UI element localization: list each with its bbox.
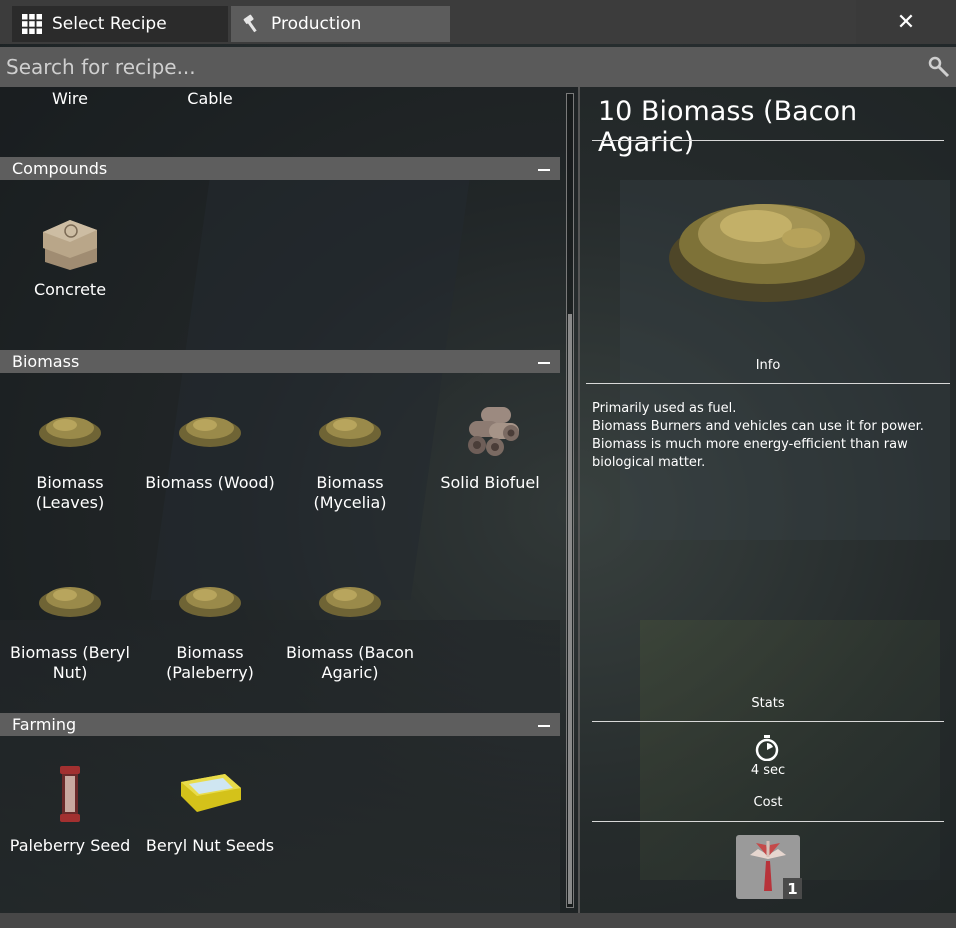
recipe-description: Primarily used as fuel. Biomass Burners … bbox=[592, 400, 952, 472]
recipe-label: Paleberry Seed bbox=[9, 836, 131, 855]
cost-heading: Cost bbox=[753, 795, 783, 810]
recipe-item-biomass-mycelia[interactable]: Biomass (Mycelia) bbox=[280, 397, 420, 513]
recipe-item-biomass-wood[interactable]: Biomass (Wood) bbox=[140, 397, 280, 493]
stats-heading: Stats bbox=[751, 696, 785, 711]
recipe-label: Solid Biofuel bbox=[440, 473, 540, 492]
recipe-label: Concrete bbox=[33, 280, 107, 299]
recipe-item-biomass-beryl-nut[interactable]: Biomass (Beryl Nut) bbox=[0, 567, 140, 683]
recipe-label: Biomass (Mycelia) bbox=[313, 473, 387, 512]
recipe-item-biomass-bacon-agaric[interactable]: Biomass (Bacon Agaric) bbox=[280, 567, 420, 683]
bottom-bar bbox=[0, 913, 956, 928]
recipe-label: Biomass (Leaves) bbox=[35, 473, 105, 512]
category-header-farming[interactable]: Farming bbox=[0, 713, 560, 736]
biomass-icon bbox=[39, 587, 101, 617]
search-input[interactable] bbox=[0, 47, 900, 87]
recipe-item-wire[interactable]: Wire bbox=[0, 89, 140, 109]
category-header-compounds[interactable]: Compounds bbox=[0, 157, 560, 180]
biomass-preview-image bbox=[669, 204, 865, 302]
category-label: Biomass bbox=[12, 352, 80, 371]
scrollbar-thumb[interactable] bbox=[568, 314, 572, 904]
recipe-label: Biomass (Paleberry) bbox=[166, 643, 254, 682]
category-label: Farming bbox=[12, 715, 77, 734]
close-icon: ✕ bbox=[896, 9, 916, 35]
recipe-label: Biomass (Wood) bbox=[145, 473, 275, 492]
collapse-icon[interactable] bbox=[538, 725, 550, 727]
recipe-label: Cable bbox=[187, 89, 233, 108]
hammer-icon bbox=[243, 14, 257, 33]
divider bbox=[592, 140, 944, 141]
tab-select-recipe[interactable]: Select Recipe bbox=[12, 6, 228, 42]
info-heading: Info bbox=[755, 358, 781, 373]
category-label: Compounds bbox=[12, 159, 108, 178]
recipe-label: Wire bbox=[52, 89, 88, 108]
biomass-icon bbox=[319, 417, 381, 447]
recipe-label: Biomass (Bacon Agaric) bbox=[285, 643, 415, 682]
description-line: Biomass Burners and vehicles can use it … bbox=[592, 419, 924, 434]
divider bbox=[592, 721, 944, 722]
biomass-icon bbox=[39, 417, 101, 447]
biofuel-logs-icon bbox=[468, 407, 519, 456]
seed-canister-icon bbox=[60, 766, 80, 822]
recipe-item-beryl-nut-seeds[interactable]: Beryl Nut Seeds bbox=[140, 760, 280, 856]
recipe-item-cable[interactable]: Cable bbox=[140, 89, 280, 109]
recipe-label: Beryl Nut Seeds bbox=[145, 836, 275, 855]
divider bbox=[586, 383, 950, 384]
recipe-item-concrete[interactable]: Concrete bbox=[0, 204, 140, 300]
craft-time: 4 sec bbox=[750, 763, 786, 778]
tab-production[interactable]: Production bbox=[231, 6, 450, 42]
divider bbox=[592, 821, 944, 822]
search-bar bbox=[0, 47, 956, 87]
collapse-icon[interactable] bbox=[538, 362, 550, 364]
close-button[interactable]: ✕ bbox=[892, 8, 920, 36]
recipe-title: 10 Biomass (Bacon Agaric) bbox=[598, 96, 858, 158]
tab-label: Production bbox=[271, 14, 362, 34]
stopwatch-icon bbox=[755, 735, 779, 761]
recipe-item-biomass-leaves[interactable]: Biomass (Leaves) bbox=[0, 397, 140, 513]
collapse-icon[interactable] bbox=[538, 169, 550, 171]
grid-icon bbox=[22, 14, 42, 34]
scrollbar[interactable] bbox=[566, 93, 574, 908]
recipe-item-paleberry-seed[interactable]: Paleberry Seed bbox=[0, 760, 140, 856]
recipe-item-biomass-paleberry[interactable]: Biomass (Paleberry) bbox=[140, 567, 280, 683]
seed-crate-icon bbox=[181, 774, 241, 812]
concrete-icon bbox=[43, 220, 97, 270]
biomass-icon bbox=[319, 587, 381, 617]
biomass-icon bbox=[179, 417, 241, 447]
recipe-item-solid-biofuel[interactable]: Solid Biofuel bbox=[420, 397, 560, 493]
biomass-icon bbox=[179, 587, 241, 617]
tab-label: Select Recipe bbox=[52, 14, 167, 34]
cost-count-badge: 1 bbox=[783, 878, 802, 899]
recipe-label: Biomass (Beryl Nut) bbox=[10, 643, 130, 682]
description-line: Biomass is much more energy-efficient th… bbox=[592, 437, 908, 470]
search-icon[interactable] bbox=[928, 56, 950, 78]
description-line: Primarily used as fuel. bbox=[592, 401, 737, 416]
category-header-biomass[interactable]: Biomass bbox=[0, 350, 560, 373]
